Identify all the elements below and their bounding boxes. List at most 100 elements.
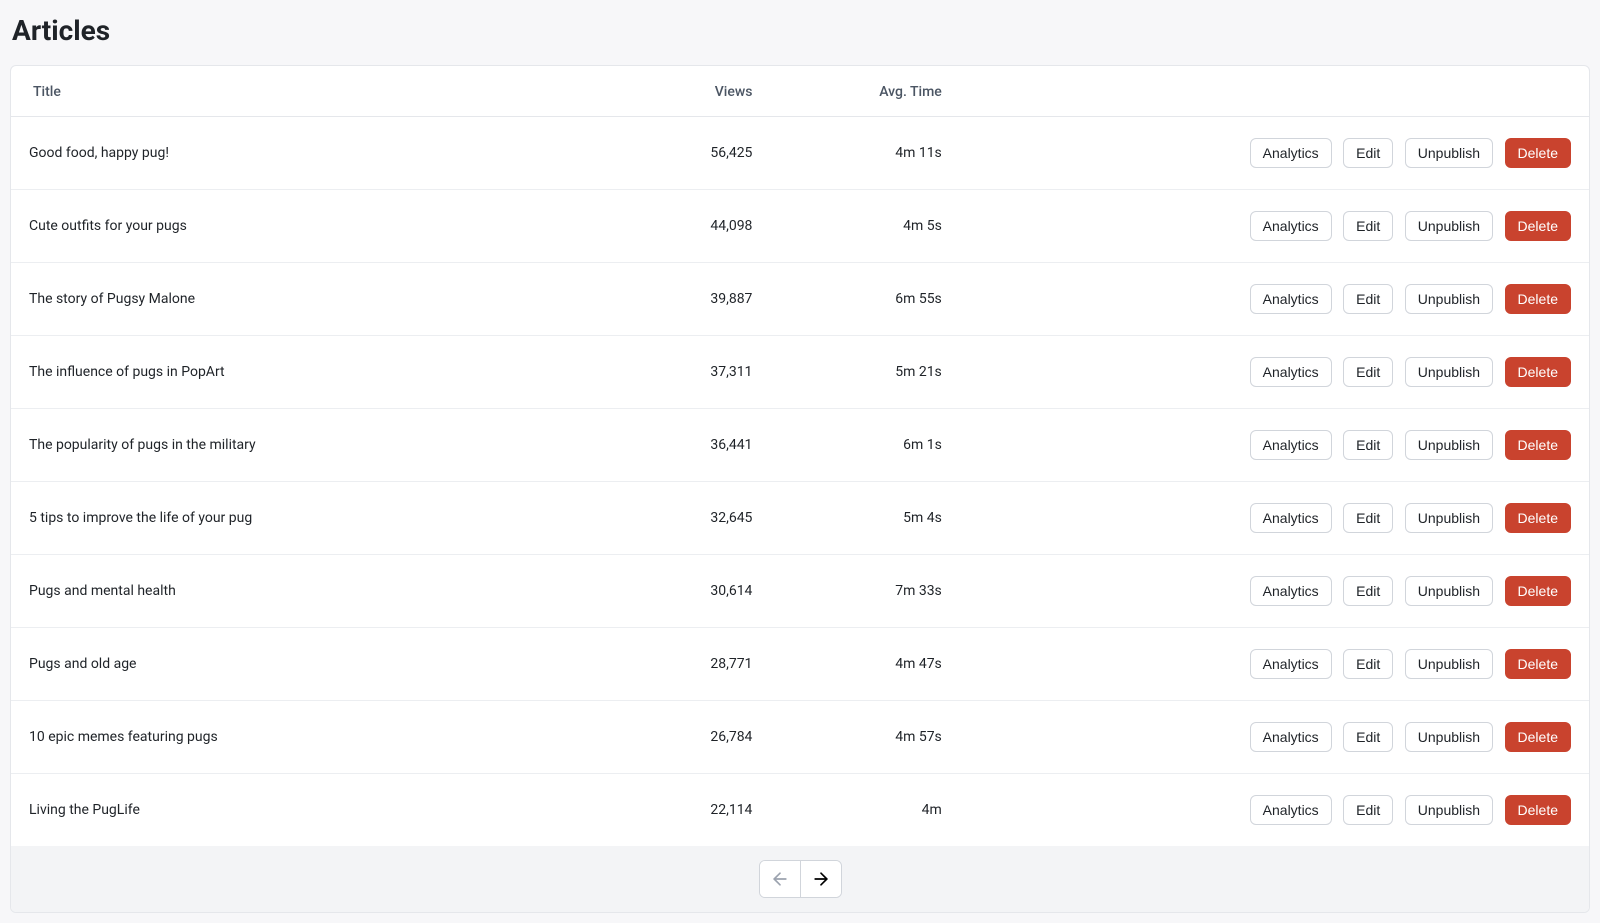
- cell-views: 32,645: [579, 482, 768, 555]
- cell-actions: Analytics Edit Unpublish Delete: [958, 774, 1589, 847]
- delete-button[interactable]: Delete: [1505, 649, 1571, 679]
- table-row: The popularity of pugs in the military 3…: [11, 409, 1589, 482]
- cell-avg-time: 7m 33s: [768, 555, 957, 628]
- articles-table: Title Views Avg. Time Good food, happy p…: [11, 66, 1589, 912]
- cell-views: 44,098: [579, 190, 768, 263]
- delete-button[interactable]: Delete: [1505, 211, 1571, 241]
- header-views: Views: [579, 66, 768, 117]
- cell-actions: Analytics Edit Unpublish Delete: [958, 555, 1589, 628]
- cell-avg-time: 4m: [768, 774, 957, 847]
- cell-views: 26,784: [579, 701, 768, 774]
- edit-button[interactable]: Edit: [1343, 795, 1393, 825]
- unpublish-button[interactable]: Unpublish: [1405, 649, 1493, 679]
- table-row: 10 epic memes featuring pugs 26,784 4m 5…: [11, 701, 1589, 774]
- analytics-button[interactable]: Analytics: [1250, 503, 1332, 533]
- cell-title: Living the PugLife: [11, 774, 579, 847]
- delete-button[interactable]: Delete: [1505, 430, 1571, 460]
- cell-actions: Analytics Edit Unpublish Delete: [958, 701, 1589, 774]
- unpublish-button[interactable]: Unpublish: [1405, 503, 1493, 533]
- table-row: 5 tips to improve the life of your pug 3…: [11, 482, 1589, 555]
- cell-avg-time: 4m 11s: [768, 117, 957, 190]
- analytics-button[interactable]: Analytics: [1250, 576, 1332, 606]
- cell-title: 5 tips to improve the life of your pug: [11, 482, 579, 555]
- articles-card: Title Views Avg. Time Good food, happy p…: [10, 65, 1590, 913]
- cell-title: Pugs and old age: [11, 628, 579, 701]
- edit-button[interactable]: Edit: [1343, 649, 1393, 679]
- cell-views: 28,771: [579, 628, 768, 701]
- cell-actions: Analytics Edit Unpublish Delete: [958, 409, 1589, 482]
- unpublish-button[interactable]: Unpublish: [1405, 138, 1493, 168]
- edit-button[interactable]: Edit: [1343, 211, 1393, 241]
- cell-actions: Analytics Edit Unpublish Delete: [958, 628, 1589, 701]
- table-row: Pugs and old age 28,771 4m 47s Analytics…: [11, 628, 1589, 701]
- pager-prev-button[interactable]: [760, 861, 800, 897]
- delete-button[interactable]: Delete: [1505, 284, 1571, 314]
- analytics-button[interactable]: Analytics: [1250, 430, 1332, 460]
- unpublish-button[interactable]: Unpublish: [1405, 357, 1493, 387]
- edit-button[interactable]: Edit: [1343, 430, 1393, 460]
- cell-title: Good food, happy pug!: [11, 117, 579, 190]
- cell-actions: Analytics Edit Unpublish Delete: [958, 482, 1589, 555]
- edit-button[interactable]: Edit: [1343, 138, 1393, 168]
- delete-button[interactable]: Delete: [1505, 722, 1571, 752]
- page-title: Articles: [12, 14, 1590, 47]
- cell-avg-time: 6m 55s: [768, 263, 957, 336]
- delete-button[interactable]: Delete: [1505, 138, 1571, 168]
- header-actions: [958, 66, 1589, 117]
- unpublish-button[interactable]: Unpublish: [1405, 211, 1493, 241]
- unpublish-button[interactable]: Unpublish: [1405, 722, 1493, 752]
- edit-button[interactable]: Edit: [1343, 284, 1393, 314]
- analytics-button[interactable]: Analytics: [1250, 284, 1332, 314]
- pager: [759, 860, 842, 898]
- table-row: Pugs and mental health 30,614 7m 33s Ana…: [11, 555, 1589, 628]
- delete-button[interactable]: Delete: [1505, 576, 1571, 606]
- arrow-right-icon: [811, 869, 831, 889]
- delete-button[interactable]: Delete: [1505, 357, 1571, 387]
- unpublish-button[interactable]: Unpublish: [1405, 430, 1493, 460]
- arrow-left-icon: [770, 869, 790, 889]
- table-row: Cute outfits for your pugs 44,098 4m 5s …: [11, 190, 1589, 263]
- cell-avg-time: 4m 57s: [768, 701, 957, 774]
- cell-title: Cute outfits for your pugs: [11, 190, 579, 263]
- analytics-button[interactable]: Analytics: [1250, 357, 1332, 387]
- table-row: Living the PugLife 22,114 4m Analytics E…: [11, 774, 1589, 847]
- table-row: The story of Pugsy Malone 39,887 6m 55s …: [11, 263, 1589, 336]
- cell-actions: Analytics Edit Unpublish Delete: [958, 263, 1589, 336]
- cell-title: The influence of pugs in PopArt: [11, 336, 579, 409]
- table-row: The influence of pugs in PopArt 37,311 5…: [11, 336, 1589, 409]
- unpublish-button[interactable]: Unpublish: [1405, 795, 1493, 825]
- header-title: Title: [11, 66, 579, 117]
- cell-title: Pugs and mental health: [11, 555, 579, 628]
- analytics-button[interactable]: Analytics: [1250, 649, 1332, 679]
- delete-button[interactable]: Delete: [1505, 503, 1571, 533]
- header-avg-time: Avg. Time: [768, 66, 957, 117]
- cell-views: 39,887: [579, 263, 768, 336]
- pager-next-button[interactable]: [800, 861, 841, 897]
- edit-button[interactable]: Edit: [1343, 576, 1393, 606]
- cell-avg-time: 6m 1s: [768, 409, 957, 482]
- cell-actions: Analytics Edit Unpublish Delete: [958, 336, 1589, 409]
- table-footer: [11, 846, 1589, 912]
- cell-views: 22,114: [579, 774, 768, 847]
- unpublish-button[interactable]: Unpublish: [1405, 576, 1493, 606]
- unpublish-button[interactable]: Unpublish: [1405, 284, 1493, 314]
- edit-button[interactable]: Edit: [1343, 722, 1393, 752]
- cell-title: The story of Pugsy Malone: [11, 263, 579, 336]
- cell-actions: Analytics Edit Unpublish Delete: [958, 190, 1589, 263]
- analytics-button[interactable]: Analytics: [1250, 211, 1332, 241]
- delete-button[interactable]: Delete: [1505, 795, 1571, 825]
- cell-avg-time: 5m 4s: [768, 482, 957, 555]
- cell-actions: Analytics Edit Unpublish Delete: [958, 117, 1589, 190]
- table-row: Good food, happy pug! 56,425 4m 11s Anal…: [11, 117, 1589, 190]
- analytics-button[interactable]: Analytics: [1250, 138, 1332, 168]
- edit-button[interactable]: Edit: [1343, 357, 1393, 387]
- analytics-button[interactable]: Analytics: [1250, 795, 1332, 825]
- cell-views: 56,425: [579, 117, 768, 190]
- cell-views: 30,614: [579, 555, 768, 628]
- cell-views: 36,441: [579, 409, 768, 482]
- cell-views: 37,311: [579, 336, 768, 409]
- cell-title: The popularity of pugs in the military: [11, 409, 579, 482]
- analytics-button[interactable]: Analytics: [1250, 722, 1332, 752]
- edit-button[interactable]: Edit: [1343, 503, 1393, 533]
- cell-avg-time: 4m 47s: [768, 628, 957, 701]
